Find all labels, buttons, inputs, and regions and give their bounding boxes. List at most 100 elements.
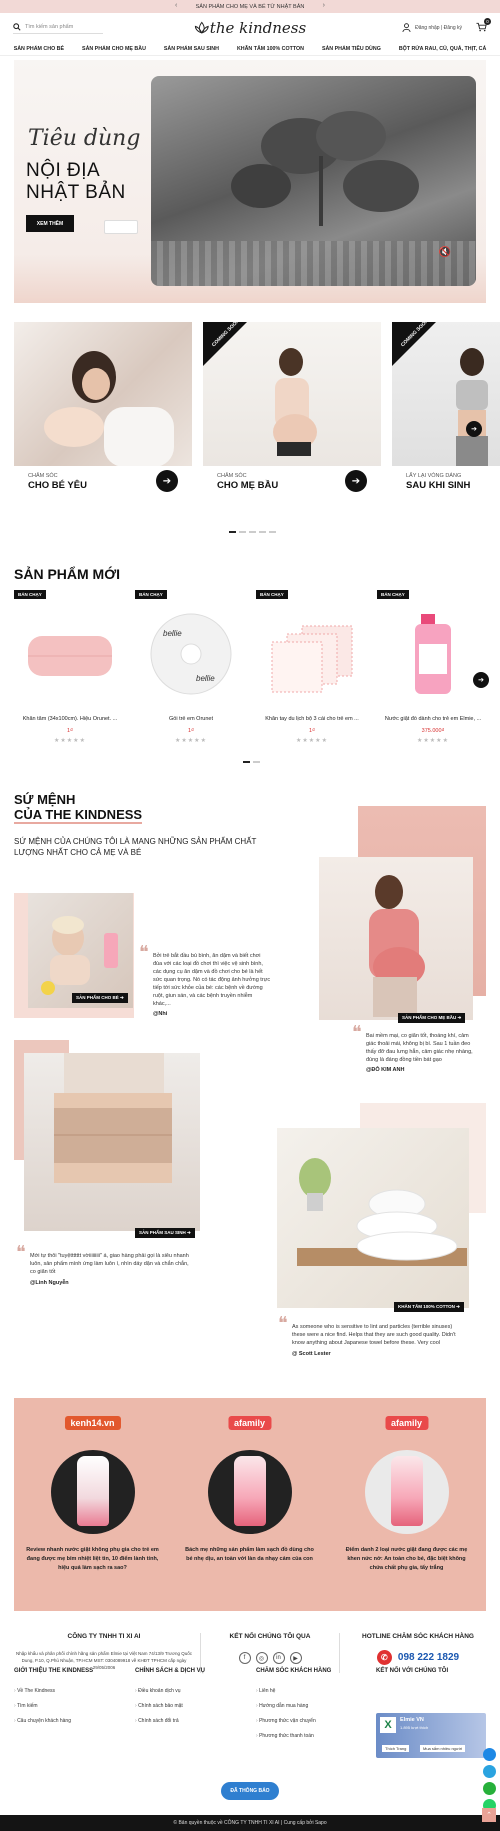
youtube-icon[interactable]: ▶: [289, 1652, 302, 1664]
announcement-next-icon[interactable]: ›: [323, 2, 325, 9]
arrow-right-icon[interactable]: ➔: [156, 470, 178, 492]
footer-link[interactable]: Liên hệ: [256, 1684, 331, 1699]
scroll-to-top-icon[interactable]: ⌃: [482, 1808, 496, 1822]
footer-col-about: GIỚI THIỆU THE KINDNESS Về The KindnessT…: [14, 1668, 93, 1729]
rating-stars: ★★★★★: [54, 738, 86, 744]
product-price: 375.000₫: [421, 728, 445, 734]
announcement-text: SẢN PHẨM CHO MẸ VÀ BÉ TỪ NHẬT BẢN: [195, 3, 305, 10]
bestseller-badge: BÁN CHẠY: [256, 590, 288, 599]
account-link[interactable]: Đăng nhập | Đăng ký: [415, 25, 462, 31]
volume-icon[interactable]: 🔇: [439, 247, 451, 258]
footer-link[interactable]: Câu chuyện khách hàng: [14, 1714, 93, 1729]
footer-link[interactable]: Tìm kiếm: [14, 1699, 93, 1714]
product-card[interactable]: BÁN CHẠY Khăn tắm (34x100cm). Hiệu Orune…: [14, 590, 126, 750]
press-card[interactable]: afamily Điểm danh 2 loại nước giặt đang …: [328, 1398, 485, 1611]
logo-text: the kindness: [209, 18, 307, 37]
footer-link[interactable]: Chính sách đổi trả: [135, 1714, 205, 1729]
arrow-right-icon[interactable]: ➔: [345, 470, 367, 492]
product-image-detergent[interactable]: [383, 606, 483, 701]
footer-link[interactable]: Về The Kindness: [14, 1684, 93, 1699]
category-link-baby[interactable]: SẢN PHẨM CHO BÉ ➔: [72, 993, 128, 1003]
category-card-baby[interactable]: CHĂM SÓC CHO BÉ YÊU ➔: [14, 322, 192, 500]
testimonial-quote: ❝ Bai mềm mại, co giãn tốt, thoáng khí, c…: [352, 1022, 473, 1064]
product-card[interactable]: BÁN CHẠY Nước giặt đồ dành cho trẻ em El…: [377, 590, 489, 750]
nav-item-pregnant[interactable]: SẢN PHẨM CHO MẸ BẦU: [73, 42, 155, 55]
hero-banner: 🔇 Tiêu dùng NỘI ĐỊA NHẬT BẢN XEM THÊM: [14, 60, 486, 303]
product-image-handkerchiefs[interactable]: [262, 606, 362, 701]
fb-page-name[interactable]: Elmie VN: [400, 1717, 424, 1723]
press-card[interactable]: kenh14.vn Review nhanh nước giặt không p…: [14, 1398, 171, 1611]
product-card[interactable]: BÁN CHẠY Khăn tay du lịch bộ 3 cái cho t…: [256, 590, 368, 750]
mission-section: SỨ MỆNH CỦA THE KINDNESS SỨ MỆNH CỦA CHÚ…: [14, 792, 259, 858]
category-link-postpartum[interactable]: SẢN PHẨM SAU SINH ➔: [135, 1228, 195, 1238]
product-name[interactable]: Gối trẻ em Orunet: [135, 716, 247, 722]
press-card[interactable]: afamily Bách mẹ những sản phẩm làm sạch …: [171, 1398, 328, 1611]
nav-item-baby[interactable]: SẢN PHẨM CHO BÉ: [5, 42, 73, 55]
category-small-label: CHĂM SÓC: [28, 473, 58, 479]
product-image-pillow[interactable]: bellie bellie: [141, 606, 241, 701]
baby-bath-illustration: [41, 916, 118, 995]
category-small-label: CHĂM SÓC: [217, 473, 247, 479]
new-products-title: SẢN PHẨM MỚI: [14, 566, 121, 582]
testimonial-quote: ❝ Mới tự thôi "tuyệttttttt vờiiiiiiiii" á…: [16, 1242, 189, 1276]
fb-like-button[interactable]: Thích Trang: [382, 1745, 410, 1752]
nav-item-towels[interactable]: KHĂN TẮM 100% COTTON: [228, 42, 313, 55]
hero-title-line1: NỘI ĐỊA: [26, 160, 101, 181]
product-card[interactable]: BÁN CHẠY bellie bellie Gối trẻ em Orunet …: [135, 590, 247, 750]
instagram-icon[interactable]: ◎: [255, 1652, 268, 1664]
zalo-icon[interactable]: [483, 1765, 496, 1778]
belly-belt-image: [24, 1053, 200, 1231]
press-logo: kenh14.vn: [64, 1416, 121, 1430]
testimonial-author: @ĐỖ KIM ANH: [366, 1067, 405, 1073]
announcement-prev-icon[interactable]: ‹: [175, 2, 177, 9]
site-header: Tìm kiếm sản phẩm the kindness Đăng nhập…: [0, 13, 500, 42]
svg-text:bellie: bellie: [163, 629, 182, 638]
footer-link[interactable]: Phương thức thanh toán: [256, 1729, 331, 1744]
category-card-postpartum[interactable]: COMING SOON LẤY LẠI VÓNG DÁNG SAU KHI SI…: [392, 322, 500, 500]
category-title: SAU KHI SINH: [406, 480, 471, 491]
linkedin-icon[interactable]: in: [272, 1652, 285, 1664]
search-input[interactable]: Tìm kiếm sản phẩm: [25, 24, 73, 30]
site-logo[interactable]: the kindness: [194, 19, 306, 37]
product-image-towel[interactable]: [20, 606, 120, 701]
user-icon[interactable]: [402, 23, 411, 32]
registered-badge[interactable]: ĐÃ THÔNG BÁO: [221, 1782, 279, 1800]
product-name[interactable]: Nước giặt đồ dành cho trẻ em Elmie, ...: [377, 716, 489, 722]
facebook-icon[interactable]: f: [238, 1652, 251, 1664]
facebook-page-widget[interactable]: X Elmie VN 1.895 lượt thích Thích Trang …: [376, 1713, 486, 1758]
footer-link[interactable]: Chính sách bảo mật: [135, 1699, 205, 1714]
mission-title-line2: CỦA THE KINDNESS: [14, 807, 143, 824]
search-box[interactable]: Tìm kiếm sản phẩm: [13, 21, 103, 34]
press-quote: Review nhanh nước giặt không phụ gia cho…: [26, 1547, 159, 1571]
search-icon[interactable]: [13, 23, 21, 31]
category-small-label: LẤY LẠI VÓNG DÁNG: [406, 473, 462, 479]
pregnant-woman-image: [319, 857, 473, 1020]
product-next-button[interactable]: ➔: [473, 672, 489, 688]
category-card-pregnant[interactable]: COMING SOON CHĂM SÓC CHO MẸ BẦU ➔: [203, 322, 381, 500]
fb-share-button[interactable]: Mua sắm nhiều người: [420, 1745, 466, 1752]
cart-button[interactable]: 0: [476, 17, 491, 34]
social-links: KẾT NỐI CHÚNG TÔI QUA f ◎ in ▶: [200, 1633, 340, 1673]
phone-call-icon[interactable]: [483, 1782, 496, 1795]
category-link-towels[interactable]: KHĂN TẮM 100% COTTON ➔: [394, 1302, 464, 1312]
hero-title: NỘI ĐỊA NHẬT BẢN: [26, 160, 126, 204]
footer-col-title: CHÍNH SÁCH & DỊCH VỤ: [135, 1668, 206, 1674]
footer-link[interactable]: Phương thức vận chuyển: [256, 1714, 331, 1729]
phone-icon[interactable]: ✆: [376, 1650, 392, 1665]
messenger-icon[interactable]: [483, 1748, 496, 1761]
hero-cta-button[interactable]: XEM THÊM: [26, 215, 74, 232]
product-name[interactable]: Khăn tắm (34x100cm). Hiệu Orunet. ...: [14, 716, 126, 722]
plant-illustration: [231, 111, 419, 226]
testimonial-author: @Linh Nguyễn: [30, 1280, 69, 1286]
nav-item-consumer[interactable]: SẢN PHẨM TIÊU DÙNG: [313, 42, 390, 55]
product-name[interactable]: Khăn tay du lịch bộ 3 cái cho trẻ em ...: [256, 716, 368, 722]
nav-item-washing-powder[interactable]: BỘT RỬA RAU, CỦ, QUẢ, THỊT, CÁ: [390, 42, 495, 55]
carousel-next-button[interactable]: ➔: [466, 421, 482, 437]
nav-item-postpartum[interactable]: SẢN PHẨM SAU SINH: [155, 42, 228, 55]
footer-link[interactable]: Hướng dẫn mua hàng: [256, 1699, 331, 1714]
footer-link[interactable]: Điều khoản dịch vụ: [135, 1684, 205, 1699]
bestseller-badge: BÁN CHẠY: [135, 590, 167, 599]
category-link-pregnant[interactable]: SẢN PHẨM CHO MẸ BẦU ➔: [398, 1013, 466, 1023]
hotline-number[interactable]: 098 222 1829: [398, 1652, 459, 1663]
floating-contact-buttons: [483, 1748, 496, 1812]
